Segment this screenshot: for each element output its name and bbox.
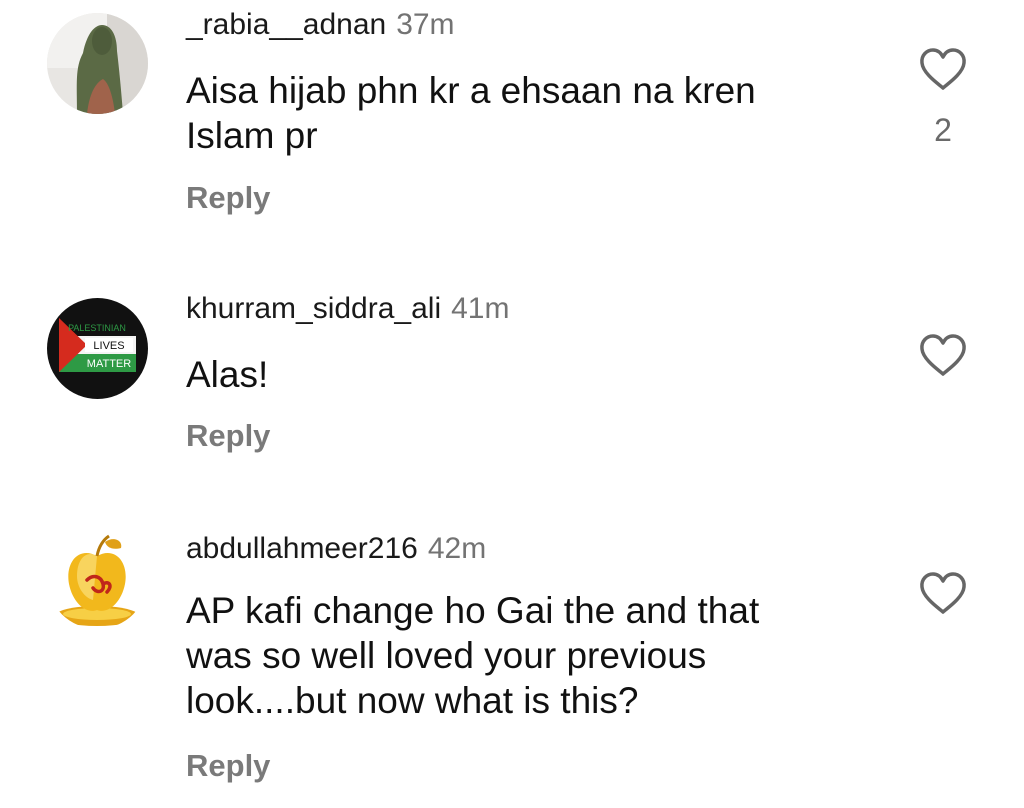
comment-item: _rabia__adnan 37m Aisa hijab phn kr a ehs… (0, 0, 1024, 250)
avatar-text-palestinian: PALESTINIAN (68, 323, 126, 333)
palestine-flag-avatar-icon: PALESTINIAN LIVES MATTER (47, 298, 148, 399)
golden-apple-avatar-icon (47, 528, 148, 629)
heart-icon[interactable] (918, 570, 968, 616)
comment-username[interactable]: abdullahmeer216 (186, 532, 418, 565)
reply-button[interactable]: Reply (186, 180, 270, 216)
avatar[interactable] (47, 13, 148, 114)
avatar-text-matter: MATTER (87, 358, 131, 370)
comment-text: AP kafi change ho Gai the and that was s… (186, 590, 760, 721)
comment-item: PALESTINIAN LIVES MATTER khurram_siddra_… (0, 250, 1024, 500)
comment-text: Aisa hijab phn kr a ehsaan na kren Islam… (186, 70, 756, 156)
heart-icon[interactable] (918, 46, 968, 92)
avatar[interactable] (47, 528, 148, 629)
heart-icon[interactable] (918, 332, 968, 378)
comment-username-line: khurram_siddra_ali 41m (186, 292, 509, 326)
reply-button[interactable]: Reply (186, 418, 270, 454)
like-count: 2 (934, 112, 952, 148)
avatar-text-lives: LIVES (93, 340, 124, 352)
comment-username-line: _rabia__adnan 37m (186, 8, 455, 42)
comment-text: Alas! (186, 354, 269, 395)
comment-username-line: abdullahmeer216 42m (186, 532, 486, 566)
avatar[interactable]: PALESTINIAN LIVES MATTER (47, 298, 148, 399)
reply-button[interactable]: Reply (186, 748, 270, 784)
comment-item: abdullahmeer216 42m AP kafi change ho Gai… (0, 500, 1024, 808)
comment-timestamp: 37m (396, 8, 455, 41)
comment-username[interactable]: _rabia__adnan (186, 8, 386, 41)
comment-timestamp: 41m (451, 292, 510, 325)
comment-timestamp: 42m (427, 532, 487, 565)
comment-username[interactable]: khurram_siddra_ali (186, 292, 441, 325)
hijab-woman-avatar-icon (47, 13, 148, 114)
